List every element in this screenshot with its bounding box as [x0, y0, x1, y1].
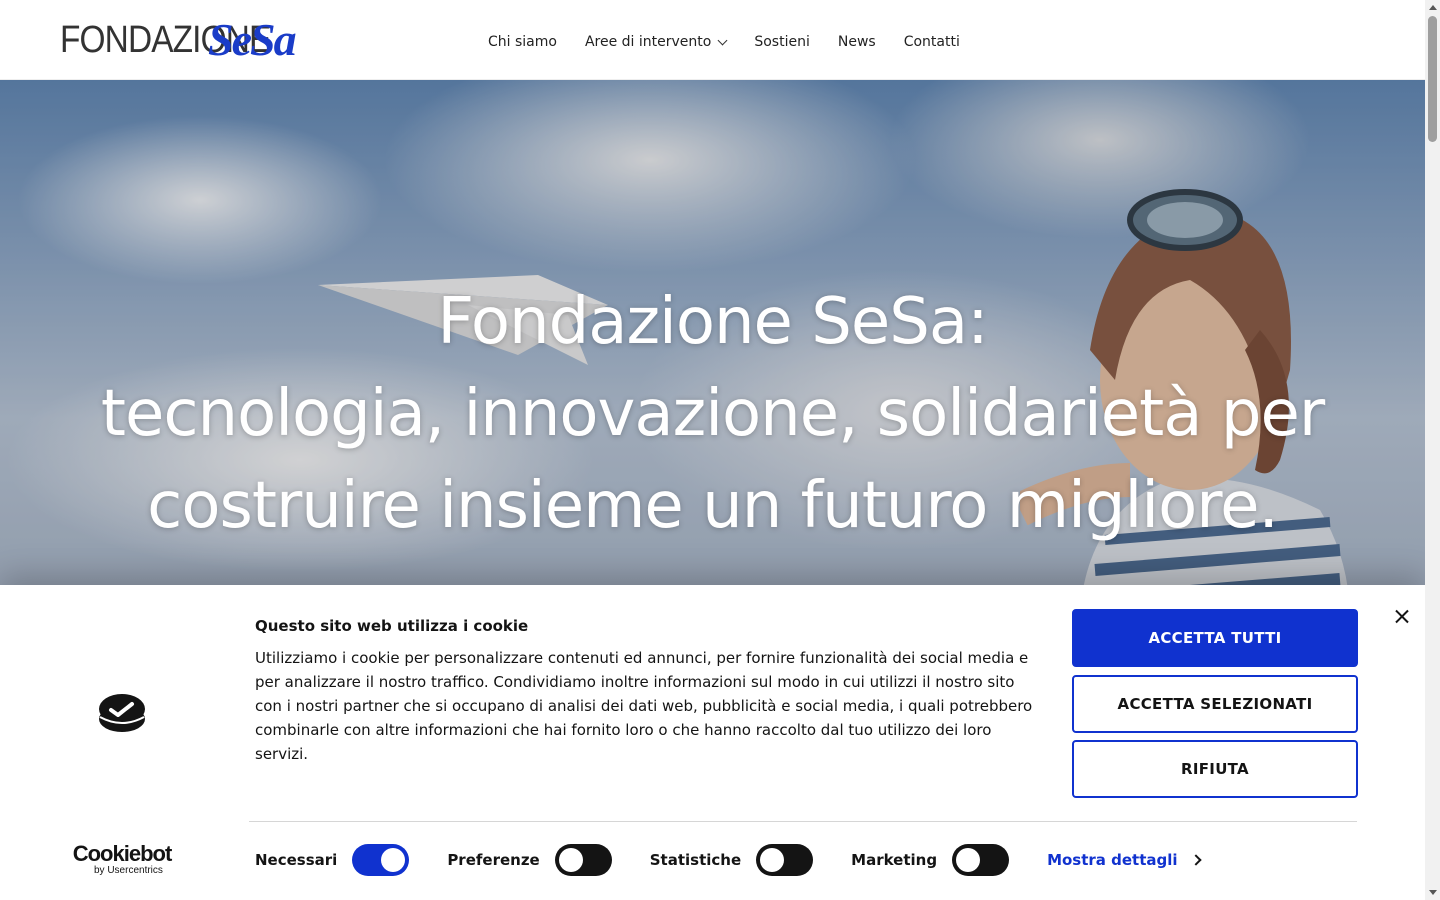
nav-item-sostieni[interactable]: Sostieni	[754, 34, 810, 50]
toggle-knob	[381, 848, 406, 872]
toggle-group-statistiche: Statistiche	[649, 844, 814, 876]
accept-selected-button[interactable]: ACCETTA SELEZIONATI	[1072, 675, 1358, 733]
main-nav: Chi siamo Aree di intervento Sostieni Ne…	[488, 34, 960, 50]
hero-banner: Fondazione SeSa: tecnologia, innovazione…	[0, 80, 1425, 600]
nav-label: Chi siamo	[488, 34, 557, 50]
chevron-right-icon	[1189, 854, 1202, 866]
page-scrollbar[interactable]	[1425, 0, 1440, 900]
nav-item-news[interactable]: News	[838, 34, 876, 50]
show-details-label: Mostra dettagli	[1047, 851, 1178, 869]
cookie-consent-banner: Cookiebot by Usercentrics Questo sito we…	[0, 585, 1425, 900]
scroll-up-arrow-icon[interactable]	[1429, 5, 1437, 10]
toggle-marketing[interactable]	[952, 844, 1010, 876]
toggle-knob	[558, 848, 583, 872]
accept-all-button[interactable]: ACCETTA TUTTI	[1072, 609, 1358, 667]
hero-title-line-1: Fondazione SeSa:	[437, 285, 988, 359]
cookiebot-badge-icon	[99, 694, 145, 732]
hero-title-line-3: costruire insieme un futuro migliore.	[147, 469, 1279, 543]
toggle-group-necessari: Necessari	[255, 844, 410, 876]
toggle-necessari[interactable]	[352, 844, 410, 876]
cookiebot-logo[interactable]: Cookiebot by Usercentrics	[70, 841, 174, 877]
scrollbar-thumb[interactable]	[1428, 16, 1437, 142]
toggle-label: Necessari	[255, 851, 338, 869]
cookiebot-brand-sub: by Usercentrics	[94, 865, 163, 876]
cookie-category-toggles: Necessari Preferenze Statistiche Marketi…	[255, 844, 1202, 876]
hero-heading: Fondazione SeSa: tecnologia, innovazione…	[0, 276, 1425, 552]
nav-label: Contatti	[903, 34, 960, 50]
chevron-down-icon	[717, 35, 728, 45]
toggle-knob	[956, 848, 981, 872]
toggle-label: Preferenze	[447, 851, 540, 869]
cookie-title: Questo sito web utilizza i cookie	[255, 617, 529, 635]
nav-item-aree-di-intervento[interactable]: Aree di intervento	[584, 34, 728, 50]
toggle-group-preferenze: Preferenze	[447, 844, 612, 876]
nav-item-contatti[interactable]: Contatti	[904, 34, 960, 50]
toggle-label: Marketing	[851, 851, 938, 869]
toggle-statistiche[interactable]	[756, 844, 814, 876]
nav-item-chi-siamo[interactable]: Chi siamo	[488, 34, 557, 50]
cookie-description: Utilizziamo i cookie per personalizzare …	[255, 649, 1033, 763]
close-icon[interactable]	[1390, 605, 1414, 629]
scroll-down-arrow-icon[interactable]	[1429, 890, 1437, 895]
toggle-group-marketing: Marketing	[851, 844, 1010, 876]
hero-title-line-2: tecnologia, innovazione, solidarietà per	[100, 377, 1325, 451]
nav-label: Aree di intervento	[584, 34, 712, 50]
toggle-preferenze[interactable]	[554, 844, 612, 876]
divider	[249, 821, 1357, 822]
refuse-button[interactable]: RIFIUTA	[1072, 740, 1358, 798]
nav-label: News	[837, 34, 876, 50]
logo-mark: SeSa	[208, 14, 297, 65]
toggle-label: Statistiche	[649, 851, 742, 869]
toggle-knob	[760, 848, 785, 872]
site-logo[interactable]: FONDAZIONE SeSa	[60, 14, 299, 66]
nav-label: Sostieni	[754, 34, 810, 50]
site-header: FONDAZIONE SeSa Chi siamo Aree di interv…	[0, 0, 1425, 80]
cookiebot-brand: Cookiebot	[72, 841, 173, 866]
show-details-link[interactable]: Mostra dettagli	[1047, 851, 1202, 869]
